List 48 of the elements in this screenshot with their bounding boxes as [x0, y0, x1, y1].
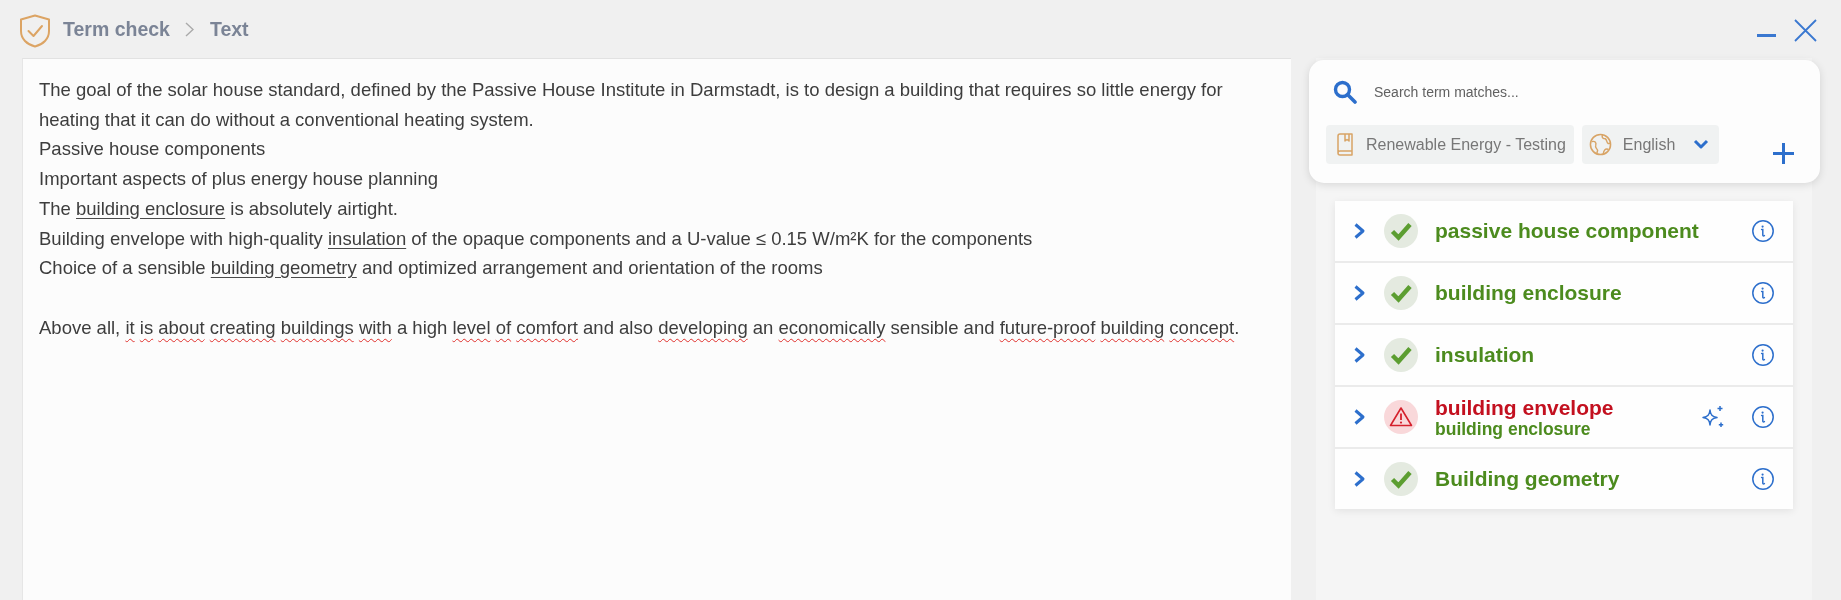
match-row[interactable]: building enclosure	[1335, 263, 1793, 323]
shield-check-icon	[19, 13, 51, 48]
add-icon[interactable]	[1773, 143, 1794, 164]
match-term: insulation	[1435, 343, 1536, 367]
match-term: Building geometry	[1435, 467, 1621, 491]
glossary-chip[interactable]: Renewable Energy - Testing	[1326, 125, 1574, 164]
book-icon	[1336, 133, 1354, 156]
match-term: building envelope	[1435, 395, 1615, 420]
text-line: Building envelope with high-quality insulation of the opaque components and a U-value ≤ 0.15 W/m²K for the components	[39, 226, 1034, 251]
match-row[interactable]: building envelope building enclosure	[1335, 387, 1793, 447]
text-line: The building enclosure is absolutely airtight.	[39, 196, 399, 221]
match-row[interactable]: passive house component	[1335, 201, 1793, 261]
breadcrumb-link[interactable]: Term check	[63, 17, 170, 41]
chevron-down-icon	[1693, 139, 1710, 150]
text-line: The goal of the solar house standard, defined by the Passive House Institute in Darmstadt, is to design a building that requires so little energy for heating that it can do without a conventional heating system.	[39, 78, 1224, 132]
check-icon	[1384, 214, 1418, 248]
match-term: building enclosure	[1435, 281, 1623, 305]
chevron-right-icon[interactable]	[1353, 470, 1366, 488]
search-field[interactable]: Search term matches...	[1374, 84, 1674, 100]
check-icon	[1384, 276, 1418, 310]
suggested-term: building enclosure	[1435, 419, 1591, 439]
info-icon[interactable]	[1752, 406, 1774, 428]
chevron-right-icon[interactable]	[1353, 284, 1366, 302]
breadcrumb-current: Text	[209, 17, 249, 41]
close-icon[interactable]	[1794, 18, 1817, 42]
sparkle-icon[interactable]	[1701, 405, 1725, 429]
match-term: passive house component	[1435, 219, 1700, 243]
info-icon[interactable]	[1752, 344, 1774, 366]
chevron-right-icon[interactable]	[1353, 222, 1366, 240]
chevron-right-icon[interactable]	[1353, 408, 1366, 426]
info-icon[interactable]	[1752, 220, 1774, 242]
text-line: Passive house components	[39, 137, 267, 162]
match-row[interactable]: insulation	[1335, 325, 1793, 385]
warning-icon	[1384, 400, 1418, 434]
check-icon	[1384, 462, 1418, 496]
search-icon	[1333, 80, 1357, 104]
check-icon	[1384, 338, 1418, 372]
text-line: Above all, it is about creating buildings with a high level of comfort and also developing an economically sensible and future-proof building concept.	[39, 315, 1241, 340]
chevron-right-icon	[184, 21, 194, 37]
language-dropdown[interactable]: English	[1581, 125, 1720, 164]
editor-panel[interactable]	[22, 58, 1291, 600]
info-icon[interactable]	[1752, 282, 1774, 304]
text-line: Important aspects of plus energy house planning	[39, 167, 440, 192]
match-row[interactable]: Building geometry	[1335, 449, 1793, 509]
globe-icon	[1588, 133, 1612, 156]
chevron-right-icon[interactable]	[1353, 346, 1366, 364]
text-line: Choice of a sensible building geometry and optimized arrangement and orientation of the rooms	[39, 256, 824, 281]
info-icon[interactable]	[1752, 468, 1774, 490]
